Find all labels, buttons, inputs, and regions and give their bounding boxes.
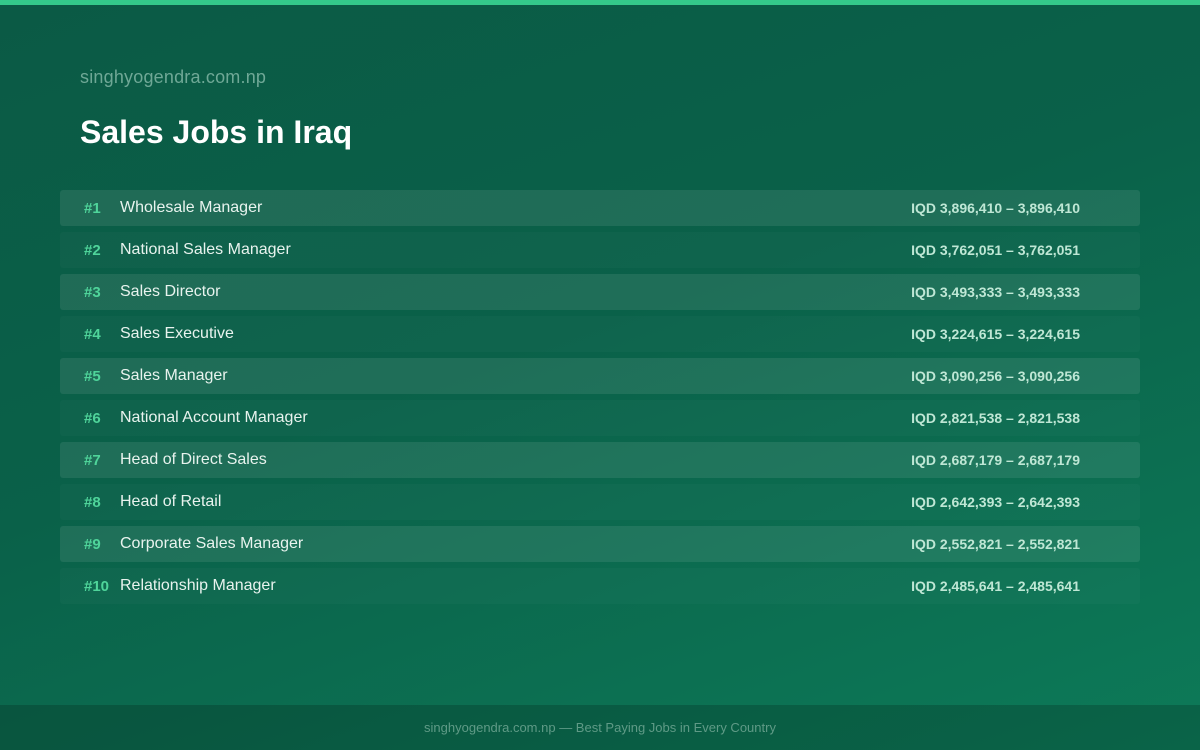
job-salary: IQD 2,687,179 – 2,687,179 <box>911 452 1080 468</box>
footer: singhyogendra.com.np — Best Paying Jobs … <box>0 705 1200 750</box>
job-row: #6 National Account Manager IQD 2,821,53… <box>60 400 1140 436</box>
job-rank: #10 <box>84 577 110 595</box>
job-title: National Sales Manager <box>120 241 291 258</box>
job-row: #10 Relationship Manager IQD 2,485,641 –… <box>60 568 1140 604</box>
job-title: Sales Manager <box>120 367 228 384</box>
job-salary: IQD 3,090,256 – 3,090,256 <box>911 368 1080 384</box>
job-salary: IQD 3,762,051 – 3,762,051 <box>911 242 1080 258</box>
job-rank: #9 <box>84 535 101 553</box>
job-rank: #1 <box>84 199 101 217</box>
job-title: Relationship Manager <box>120 577 276 594</box>
job-rank: #4 <box>84 325 101 343</box>
job-rank: #7 <box>84 451 101 469</box>
site-name: singhyogendra.com.np <box>80 67 267 87</box>
job-rank: #3 <box>84 283 101 301</box>
job-title: Head of Retail <box>120 493 222 510</box>
page-title: Sales Jobs in Iraq <box>80 114 353 150</box>
job-salary: IQD 3,493,333 – 3,493,333 <box>911 284 1080 300</box>
job-list: #1 Wholesale Manager IQD 3,896,410 – 3,8… <box>60 190 1140 610</box>
job-salary: IQD 2,552,821 – 2,552,821 <box>911 536 1080 552</box>
job-row: #7 Head of Direct Sales IQD 2,687,179 – … <box>60 442 1140 478</box>
job-rank: #6 <box>84 409 101 427</box>
job-salary: IQD 2,642,393 – 2,642,393 <box>911 494 1080 510</box>
job-rank: #5 <box>84 367 101 385</box>
job-row: #5 Sales Manager IQD 3,090,256 – 3,090,2… <box>60 358 1140 394</box>
job-rank: #2 <box>84 241 101 259</box>
job-salary: IQD 2,485,641 – 2,485,641 <box>911 578 1080 594</box>
job-title: Head of Direct Sales <box>120 451 267 468</box>
job-row: #3 Sales Director IQD 3,493,333 – 3,493,… <box>60 274 1140 310</box>
job-row: #9 Corporate Sales Manager IQD 2,552,821… <box>60 526 1140 562</box>
job-salary: IQD 3,224,615 – 3,224,615 <box>911 326 1080 342</box>
job-title: Sales Director <box>120 283 221 300</box>
top-accent-bar <box>0 0 1200 5</box>
job-title: Corporate Sales Manager <box>120 535 304 552</box>
job-row: #1 Wholesale Manager IQD 3,896,410 – 3,8… <box>60 190 1140 226</box>
job-row: #8 Head of Retail IQD 2,642,393 – 2,642,… <box>60 484 1140 520</box>
job-title: Wholesale Manager <box>120 199 263 216</box>
job-rank: #8 <box>84 493 101 511</box>
job-title: Sales Executive <box>120 325 234 342</box>
footer-text: singhyogendra.com.np — Best Paying Jobs … <box>424 720 776 735</box>
job-row: #4 Sales Executive IQD 3,224,615 – 3,224… <box>60 316 1140 352</box>
job-salary: IQD 3,896,410 – 3,896,410 <box>911 200 1080 216</box>
job-title: National Account Manager <box>120 409 308 426</box>
job-salary: IQD 2,821,538 – 2,821,538 <box>911 410 1080 426</box>
job-row: #2 National Sales Manager IQD 3,762,051 … <box>60 232 1140 268</box>
